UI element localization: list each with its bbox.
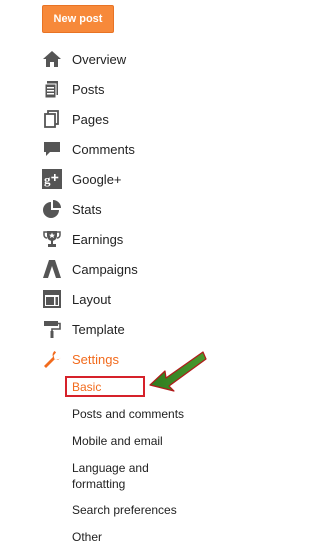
nav-label-layout: Layout [72,291,112,307]
home-icon [42,49,62,69]
settings-posts-and-comments-link[interactable]: Posts and comments [72,406,184,422]
language-label-line2: formatting [72,477,126,491]
nav-item-overview[interactable]: Overview [42,47,126,71]
nav-label-google-plus: Google+ [72,171,122,187]
nav-label-comments: Comments [72,141,135,157]
nav-label-template: Template [72,321,125,337]
nav-item-settings[interactable]: Settings [42,347,119,371]
nav-label-settings: Settings [72,351,119,367]
settings-mobile-and-email-link[interactable]: Mobile and email [72,433,163,449]
nav-item-stats[interactable]: Stats [42,197,102,221]
settings-search-preferences-link[interactable]: Search preferences [72,502,177,518]
pie-chart-icon [42,199,62,219]
settings-basic-link[interactable]: Basic [65,376,145,397]
nav-item-campaigns[interactable]: Campaigns [42,257,138,281]
settings-language-and-formatting-link[interactable]: Language and formatting [72,460,149,492]
nav-label-pages: Pages [72,111,109,127]
nav-label-stats: Stats [72,201,102,217]
google-plus-icon: g [42,169,62,189]
nav-item-comments[interactable]: Comments [42,137,135,161]
trophy-icon [42,229,62,249]
paint-roller-icon [42,319,62,339]
campaigns-icon [42,259,62,279]
nav-label-campaigns: Campaigns [72,261,138,277]
nav-item-posts[interactable]: Posts [42,77,105,101]
pages-icon [42,109,62,129]
nav-label-posts: Posts [72,81,105,97]
settings-other-link[interactable]: Other [72,529,102,545]
nav-label-earnings: Earnings [72,231,124,247]
nav-item-google-plus[interactable]: g Google+ [42,167,122,191]
wrench-icon [42,349,62,369]
nav-item-earnings[interactable]: Earnings [42,227,123,251]
nav-item-template[interactable]: Template [42,317,125,341]
nav-label-overview: Overview [72,51,127,67]
new-post-button[interactable]: New post [42,5,114,33]
layout-icon [42,289,62,309]
svg-text:g: g [44,172,51,187]
nav-item-layout[interactable]: Layout [42,287,111,311]
nav-item-pages[interactable]: Pages [42,107,109,131]
comment-icon [42,139,62,159]
posts-icon [42,79,62,99]
language-label-line1: Language and [72,461,149,475]
